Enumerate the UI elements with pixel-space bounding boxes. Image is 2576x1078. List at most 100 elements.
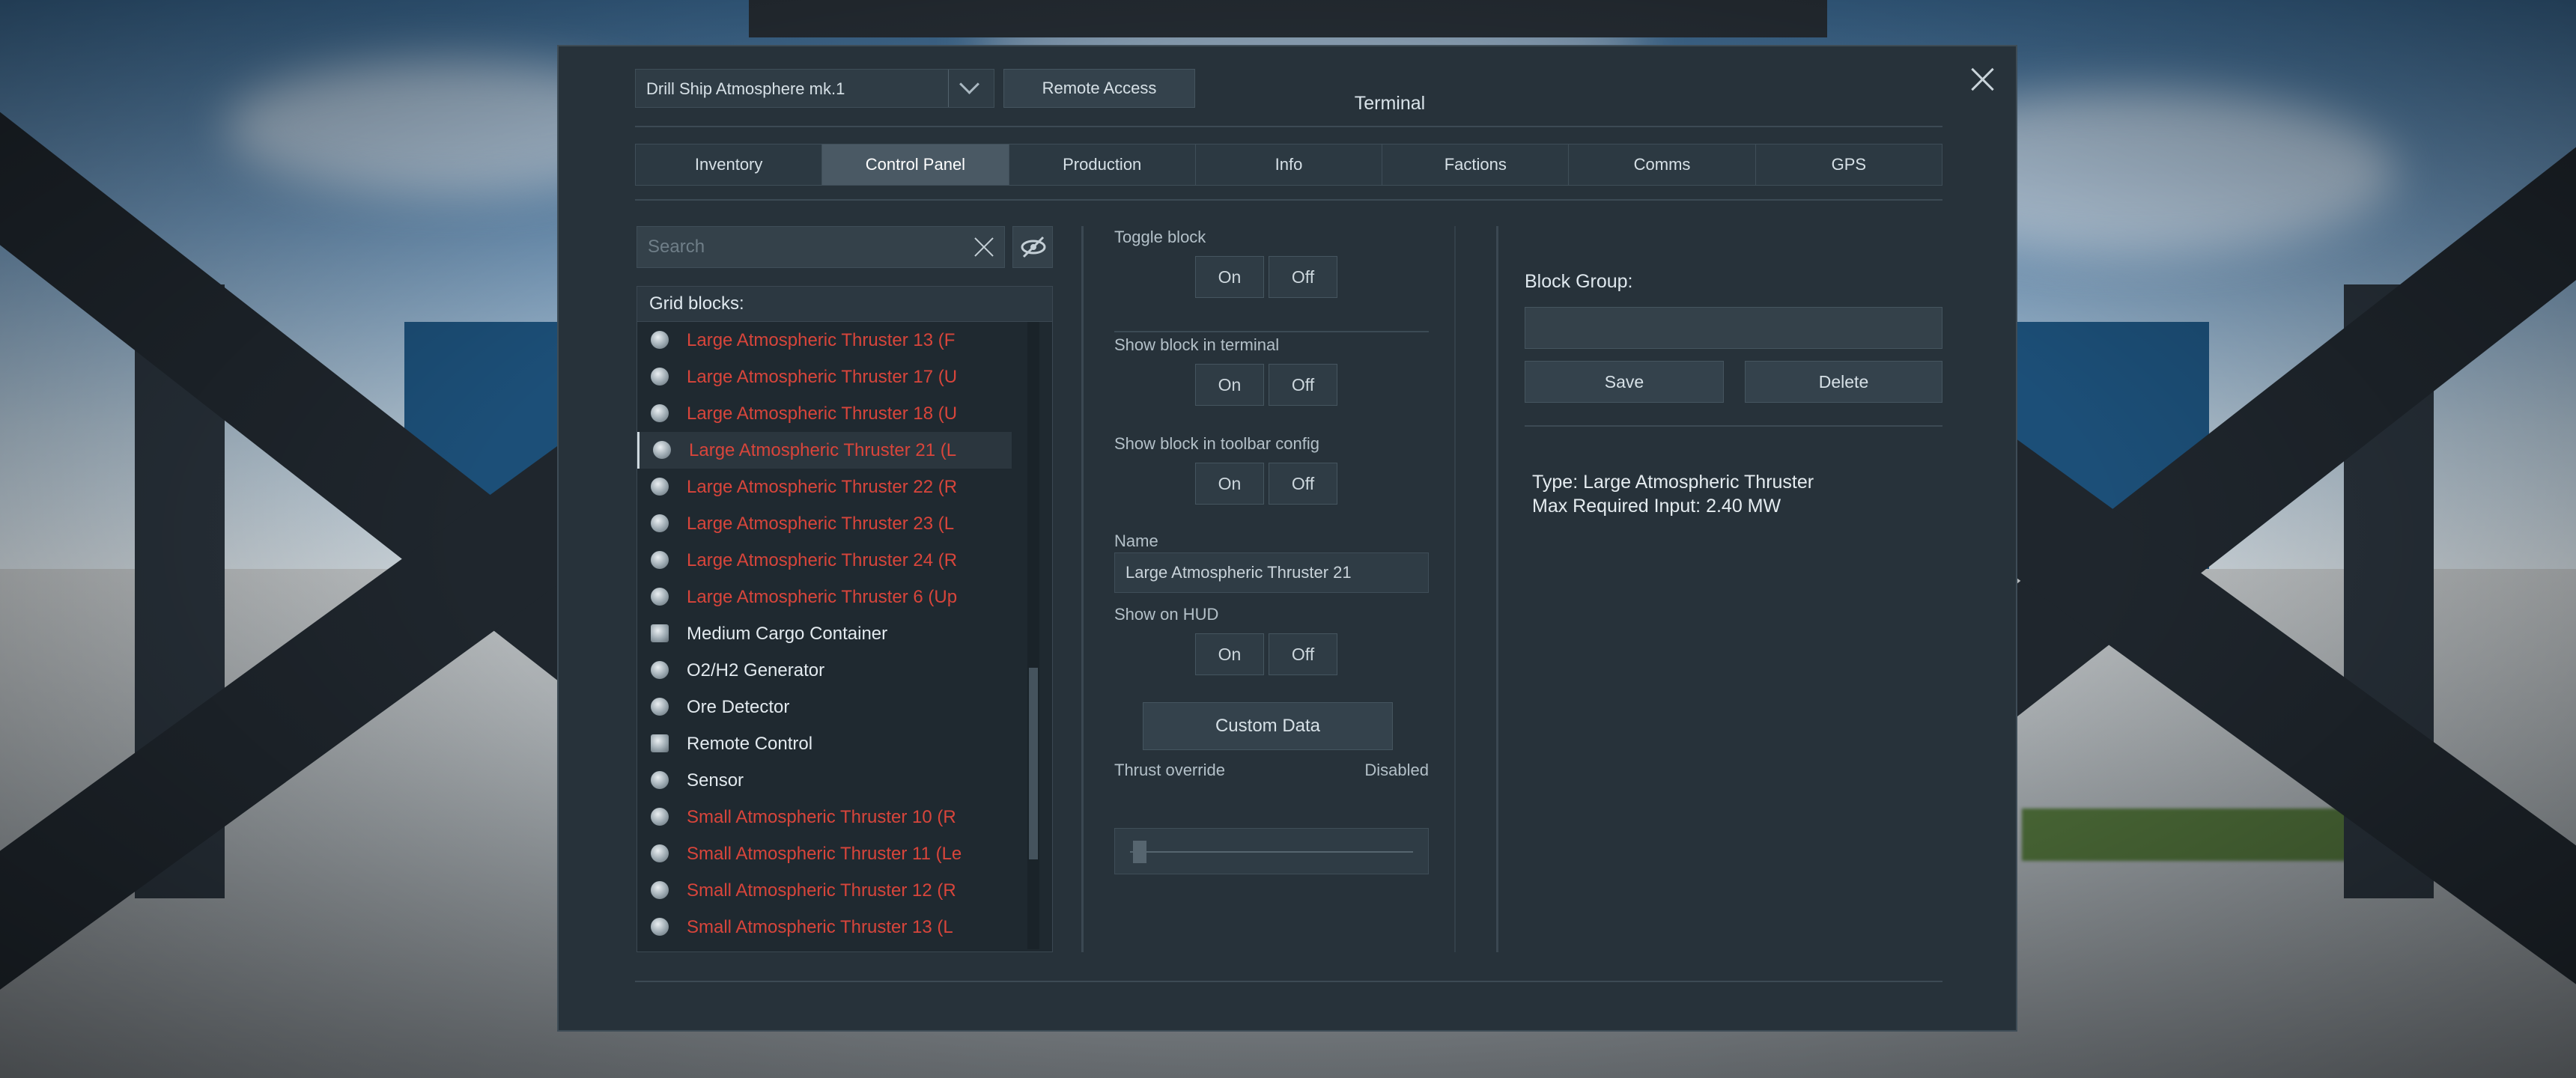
tab-bar: Inventory Control Panel Production Info …: [635, 144, 1942, 186]
tab-factions[interactable]: Factions: [1382, 144, 1570, 185]
block-icon: [651, 514, 669, 532]
list-item[interactable]: Small Atmospheric Thruster 10 (R: [637, 799, 1012, 835]
list-item[interactable]: Ore Detector: [637, 689, 1012, 725]
search-input[interactable]: [637, 227, 952, 267]
block-icon: [651, 624, 669, 642]
name-input[interactable]: Large Atmospheric Thruster 21: [1114, 552, 1429, 593]
block-icon: [651, 368, 669, 386]
block-icon: [651, 808, 669, 826]
divider: [1525, 425, 1942, 427]
tab-info[interactable]: Info: [1196, 144, 1383, 185]
list-item[interactable]: Large Atmospheric Thruster 17 (U: [637, 359, 1012, 395]
grid-blocks-list: Large Atmospheric Thruster 13 (F Large At…: [637, 322, 1052, 945]
show-in-terminal-on-button[interactable]: On: [1195, 364, 1264, 406]
show-on-hud-off-button[interactable]: Off: [1269, 633, 1337, 675]
window-title: Terminal: [1354, 93, 1426, 114]
block-icon: [651, 661, 669, 679]
eye-slash-icon: [1021, 236, 1046, 258]
tab-gps[interactable]: GPS: [1756, 144, 1942, 185]
block-icon: [651, 771, 669, 789]
list-item-label: Ore Detector: [687, 697, 790, 717]
remote-access-button[interactable]: Remote Access: [1003, 69, 1195, 108]
show-in-toolbar-switch: On Off: [1195, 463, 1337, 505]
toggle-hidden-blocks-button[interactable]: [1012, 226, 1053, 268]
list-item-label: Large Atmospheric Thruster 18 (U: [687, 404, 958, 424]
list-item-label: Large Atmospheric Thruster 17 (U: [687, 367, 958, 387]
list-item-label: Small Atmospheric Thruster 12 (R: [687, 880, 956, 901]
list-item-label: Small Atmospheric Thruster 13 (L: [687, 917, 953, 937]
list-item[interactable]: Large Atmospheric Thruster 21 (L: [637, 432, 1012, 469]
show-in-toolbar-on-button[interactable]: On: [1195, 463, 1264, 505]
thrust-override-value: Disabled: [1364, 761, 1429, 779]
list-item-label: O2/H2 Generator: [687, 660, 825, 680]
block-icon: [651, 844, 669, 862]
close-button[interactable]: [1966, 63, 1999, 96]
chevron-down-icon[interactable]: [948, 70, 994, 107]
search-box: [637, 226, 1005, 268]
list-item[interactable]: Small Atmospheric Thruster 11 (Le: [637, 835, 1012, 872]
max-input-info: Max Required Input: 2.40 MW: [1532, 496, 1781, 517]
column-divider: [1454, 226, 1456, 952]
grid-blocks-header: Grid blocks:: [637, 287, 1052, 322]
block-icon: [651, 698, 669, 716]
slider-knob[interactable]: [1133, 841, 1146, 863]
block-icon: [651, 551, 669, 569]
thrust-override-slider[interactable]: [1114, 828, 1429, 874]
block-group-input[interactable]: [1525, 307, 1942, 349]
name-label: Name: [1114, 532, 1158, 550]
divider: [1114, 331, 1429, 332]
tab-comms[interactable]: Comms: [1569, 144, 1756, 185]
show-on-hud-switch: On Off: [1195, 633, 1337, 675]
divider: [635, 126, 1942, 127]
tab-inventory[interactable]: Inventory: [636, 144, 823, 185]
block-icon: [651, 918, 669, 936]
block-group-label: Block Group:: [1525, 271, 1633, 292]
list-item[interactable]: Large Atmospheric Thruster 6 (Up: [637, 579, 1012, 615]
list-item[interactable]: Large Atmospheric Thruster 13 (F: [637, 322, 1012, 359]
divider: [635, 199, 1942, 201]
tab-production[interactable]: Production: [1009, 144, 1196, 185]
list-item-label: Sensor: [687, 770, 744, 791]
list-item-label: Large Atmospheric Thruster 21 (L: [689, 440, 957, 460]
show-in-toolbar-off-button[interactable]: Off: [1269, 463, 1337, 505]
list-item-label: Remote Control: [687, 734, 813, 754]
scrollbar-thumb[interactable]: [1029, 668, 1038, 859]
list-item-label: Medium Cargo Container: [687, 624, 888, 644]
list-item[interactable]: Remote Control: [637, 725, 1012, 762]
show-on-hud-on-button[interactable]: On: [1195, 633, 1264, 675]
list-item-label: Large Atmospheric Thruster 22 (R: [687, 477, 958, 497]
save-button[interactable]: Save: [1525, 361, 1724, 403]
list-item-label: Small Atmospheric Thruster 10 (R: [687, 807, 956, 827]
list-item-label: Large Atmospheric Thruster 13 (F: [687, 330, 956, 350]
list-item[interactable]: O2/H2 Generator: [637, 652, 1012, 689]
custom-data-button[interactable]: Custom Data: [1143, 702, 1393, 750]
terminal-window: Terminal Drill Ship Atmosphere mk.1 Remo…: [557, 45, 2017, 1032]
block-icon: [651, 734, 669, 752]
list-item[interactable]: Large Atmospheric Thruster 18 (U: [637, 395, 1012, 432]
toggle-block-on-button[interactable]: On: [1195, 256, 1264, 298]
block-icon: [651, 588, 669, 606]
list-item[interactable]: Large Atmospheric Thruster 22 (R: [637, 469, 1012, 505]
toggle-block-switch: On Off: [1195, 256, 1337, 298]
list-item[interactable]: Small Atmospheric Thruster 13 (L: [637, 909, 1012, 945]
list-item[interactable]: Large Atmospheric Thruster 24 (R: [637, 542, 1012, 579]
show-in-terminal-off-button[interactable]: Off: [1269, 364, 1337, 406]
block-type-info: Type: Large Atmospheric Thruster: [1532, 472, 1814, 493]
block-icon: [653, 441, 671, 459]
list-item[interactable]: Sensor: [637, 762, 1012, 799]
clear-search-icon[interactable]: [971, 234, 997, 260]
show-in-terminal-label: Show block in terminal: [1114, 335, 1280, 354]
toggle-block-off-button[interactable]: Off: [1269, 256, 1337, 298]
show-on-hud-label: Show on HUD: [1114, 605, 1219, 624]
block-icon: [651, 404, 669, 422]
block-icon: [651, 331, 669, 349]
grid-name: Drill Ship Atmosphere mk.1: [646, 79, 845, 98]
toggle-block-label: Toggle block: [1114, 228, 1206, 246]
delete-button[interactable]: Delete: [1745, 361, 1942, 403]
list-item[interactable]: Large Atmospheric Thruster 23 (L: [637, 505, 1012, 542]
tab-control-panel[interactable]: Control Panel: [822, 144, 1009, 185]
show-in-toolbar-label: Show block in toolbar config: [1114, 434, 1319, 453]
grid-selector[interactable]: Drill Ship Atmosphere mk.1: [635, 69, 994, 108]
list-item[interactable]: Medium Cargo Container: [637, 615, 1012, 652]
list-item[interactable]: Small Atmospheric Thruster 12 (R: [637, 872, 1012, 909]
